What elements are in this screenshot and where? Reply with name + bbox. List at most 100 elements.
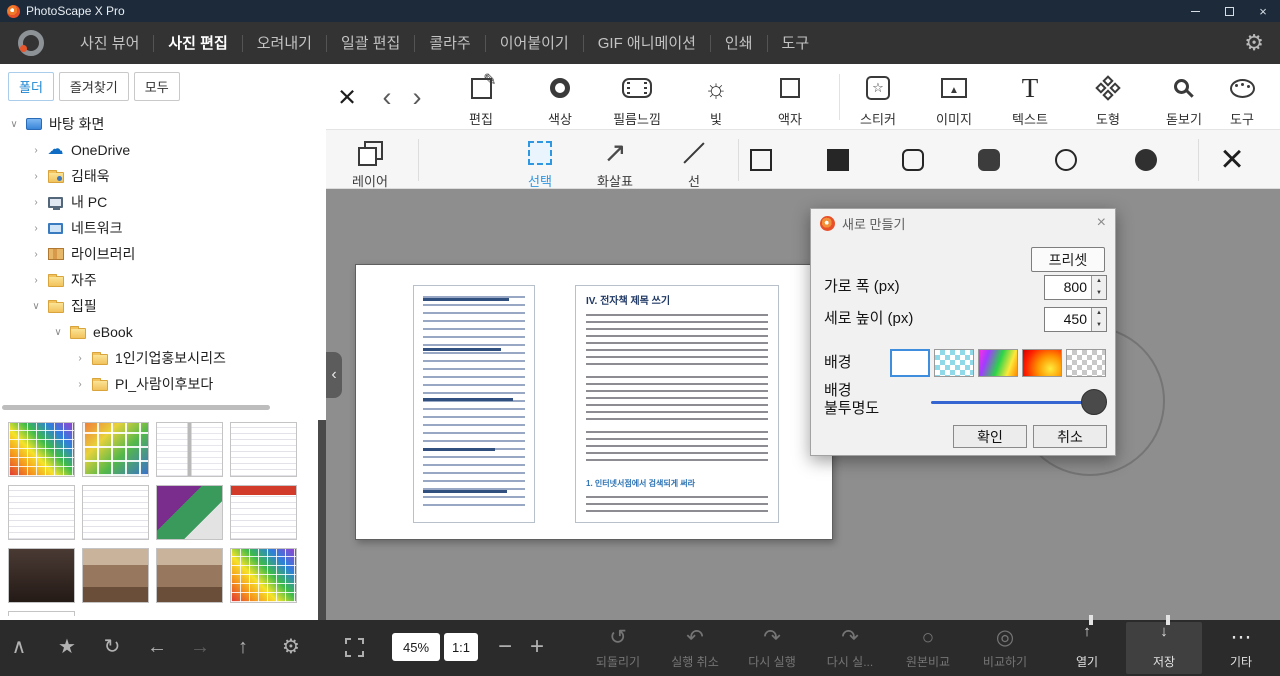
width-spinner[interactable]: ▲ ▼ <box>1091 276 1106 299</box>
zoom-actual-size-button[interactable]: 1:1 <box>444 633 478 661</box>
sidebar-collapse-handle[interactable]: ‹ <box>326 352 342 398</box>
tree-item-library[interactable]: › 라이브러리 <box>0 241 326 267</box>
thumbnail[interactable] <box>82 485 149 540</box>
tree-item-onedrive[interactable]: › ☁ OneDrive <box>0 137 326 163</box>
slider-knob[interactable] <box>1081 389 1107 415</box>
select-tool[interactable]: 선택 <box>505 138 575 190</box>
tool-image[interactable]: ▲ 이미지 <box>919 71 989 128</box>
spin-up-icon[interactable]: ▲ <box>1092 308 1106 320</box>
tool-light[interactable]: ☼ 빛 <box>681 71 751 128</box>
thumbnail[interactable] <box>230 485 297 540</box>
chevron-icon[interactable]: ∨ <box>6 119 22 130</box>
tree-item-folder[interactable]: ∨ 집필 <box>0 293 326 319</box>
swatch-pattern[interactable] <box>934 349 974 377</box>
menu-gif-animation[interactable]: GIF 애니메이션 <box>582 34 710 52</box>
chevron-icon[interactable]: › <box>28 197 44 208</box>
menu-collage[interactable]: 콜라주 <box>414 34 484 52</box>
sidebar-scrollbar[interactable] <box>318 420 326 620</box>
shape-circle-outline[interactable] <box>1055 149 1077 171</box>
thumbnail[interactable] <box>8 422 75 477</box>
tree-item-folder[interactable]: › 1인기업홍보시리즈 <box>0 345 326 371</box>
tool-color[interactable]: 색상 <box>525 71 595 128</box>
save-button[interactable]: ↓ 저장 <box>1126 624 1202 670</box>
line-tool[interactable]: 선 <box>659 138 729 190</box>
height-spinner[interactable]: ▲ ▼ <box>1091 308 1106 331</box>
thumbnail[interactable] <box>82 548 149 603</box>
undo-button[interactable]: ↶ 실행 취소 <box>657 626 733 670</box>
parent-folder-icon[interactable]: ↑ <box>228 635 258 659</box>
shape-rounded-filled[interactable] <box>978 149 1000 171</box>
tool-sticker[interactable]: ☆ 스티커 <box>843 71 913 128</box>
menu-photo-viewer[interactable]: 사진 뷰어 <box>66 35 153 52</box>
chevron-icon[interactable]: › <box>28 171 44 182</box>
thumbnail[interactable] <box>156 548 223 603</box>
close-button[interactable]: × <box>1246 0 1280 22</box>
shape-circle-filled[interactable] <box>1135 149 1157 171</box>
minimize-button[interactable] <box>1178 0 1212 22</box>
tab-folders[interactable]: 폴더 <box>8 72 54 101</box>
ok-button[interactable]: 확인 <box>953 425 1027 448</box>
height-input[interactable]: 450 ▲ ▼ <box>1044 307 1107 332</box>
menu-cut-out[interactable]: 오려내기 <box>241 34 326 52</box>
shape-rounded-outline[interactable] <box>902 149 924 171</box>
tree-item-folder[interactable]: › 자주 <box>0 267 326 293</box>
thumbnail[interactable] <box>156 485 223 540</box>
tree-item-folder[interactable]: › PI_사람이후보다 <box>0 371 326 397</box>
swatch-white-selected[interactable] <box>890 349 930 377</box>
swatch-transparent[interactable] <box>1066 349 1106 377</box>
tool-shape[interactable]: 도형 <box>1073 71 1143 128</box>
height-value[interactable]: 450 <box>1045 308 1091 331</box>
slider-track[interactable] <box>931 401 1105 404</box>
chevron-icon[interactable]: › <box>72 353 88 364</box>
thumbnail[interactable] <box>230 422 297 477</box>
refresh-icon[interactable]: ↻ <box>97 635 127 659</box>
shape-square-filled[interactable] <box>827 149 849 171</box>
opacity-slider[interactable] <box>931 389 1107 415</box>
chevron-icon[interactable]: › <box>72 379 88 390</box>
thumbnail[interactable] <box>230 548 297 603</box>
marquee-zoom-icon[interactable] <box>345 638 364 657</box>
redo-all-button[interactable]: ↷ 다시 실... <box>812 626 888 670</box>
spin-down-icon[interactable]: ▼ <box>1092 288 1106 300</box>
thumbnail[interactable] <box>156 422 223 477</box>
chevron-icon[interactable]: › <box>28 249 44 260</box>
menu-print[interactable]: 인쇄 <box>709 34 767 52</box>
tool-tools[interactable]: 도구 <box>1207 71 1277 128</box>
menu-tools[interactable]: 도구 <box>766 34 824 52</box>
swatch-warm-gradient[interactable] <box>1022 349 1062 377</box>
compare-button[interactable]: ◎ 비교하기 <box>967 626 1043 670</box>
thumbnail[interactable] <box>82 422 149 477</box>
tree-item-network[interactable]: › 네트워크 <box>0 215 326 241</box>
width-value[interactable]: 800 <box>1045 276 1091 299</box>
redo-button[interactable]: ↷ 다시 실행 <box>734 626 810 670</box>
spin-down-icon[interactable]: ▼ <box>1092 320 1106 332</box>
thumbnail[interactable] <box>8 485 75 540</box>
arrow-tool[interactable]: ↗ 화살표 <box>580 138 650 190</box>
tab-all[interactable]: 모두 <box>133 72 180 101</box>
next-photo-icon[interactable]: › <box>402 80 432 114</box>
tool-text[interactable]: T 텍스트 <box>995 71 1065 128</box>
prev-photo-icon[interactable]: ‹ <box>372 80 402 114</box>
dialog-close-icon[interactable]: × <box>1097 215 1106 231</box>
chevron-icon[interactable]: › <box>28 223 44 234</box>
zoom-level[interactable]: 45% <box>392 633 440 661</box>
tree-item-my-pc[interactable]: › 내 PC <box>0 189 326 215</box>
spin-up-icon[interactable]: ▲ <box>1092 276 1106 288</box>
cancel-button[interactable]: 취소 <box>1033 425 1107 448</box>
shape-x-tool[interactable]: × <box>1212 138 1252 180</box>
close-photo-icon[interactable]: × <box>332 80 362 114</box>
chevron-icon[interactable]: ∨ <box>50 327 66 338</box>
tool-film[interactable]: 필름느낌 <box>602 71 672 128</box>
tab-favorites[interactable]: 즐겨찾기 <box>58 72 129 101</box>
menu-batch-edit[interactable]: 일괄 편집 <box>325 34 414 52</box>
view-settings-gear-icon[interactable]: ⚙ <box>276 635 306 659</box>
favorite-star-icon[interactable]: ★ <box>52 635 82 659</box>
preset-button[interactable]: 프리셋 <box>1031 247 1105 272</box>
thumbnail[interactable] <box>8 611 75 616</box>
chevron-icon[interactable]: › <box>28 145 44 156</box>
width-input[interactable]: 800 ▲ ▼ <box>1044 275 1107 300</box>
open-button[interactable]: ↑ 열기 <box>1049 624 1125 670</box>
history-back-icon[interactable]: ← <box>142 635 172 659</box>
tool-frame[interactable]: 액자 <box>755 71 825 128</box>
swatch-rainbow-gradient[interactable] <box>978 349 1018 377</box>
